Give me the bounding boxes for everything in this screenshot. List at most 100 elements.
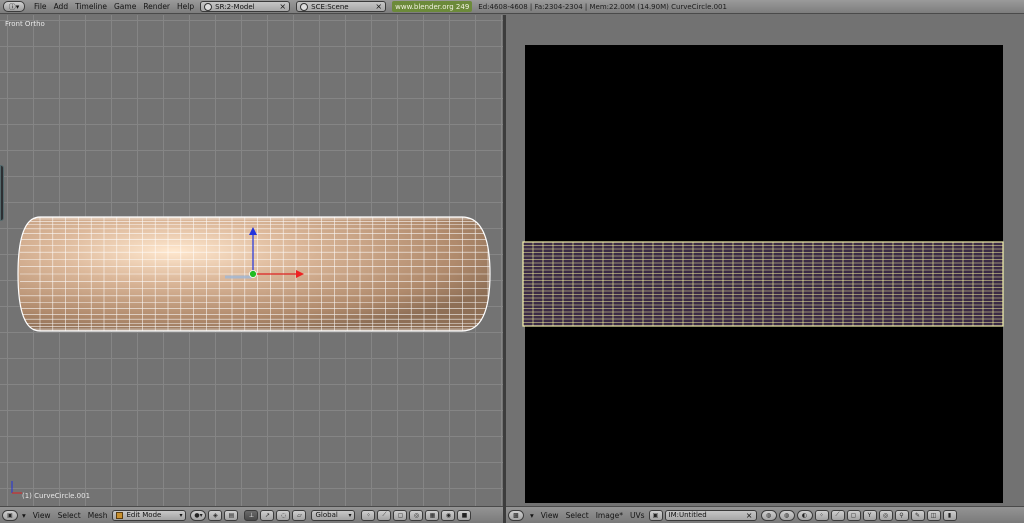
rotate-icon: ◌: [280, 511, 287, 519]
menu-file[interactable]: File: [34, 2, 47, 11]
image-editor-header: ▩ ▾ View Select Image* UVs ▣ IM:Untitled…: [506, 506, 1024, 523]
channel-button[interactable]: ◫: [926, 509, 941, 521]
pin-button[interactable]: ◍: [760, 509, 777, 521]
uv-layout[interactable]: [506, 15, 1024, 506]
menu-help[interactable]: Help: [177, 2, 194, 11]
browse-image-button[interactable]: ▣: [648, 509, 663, 521]
vertex-select-icon: ⁘: [365, 511, 371, 519]
collapse-menu-icon[interactable]: ▾: [530, 511, 534, 520]
solid-shading-icon: ●▾: [194, 511, 203, 519]
uv-image-editor[interactable]: [506, 15, 1024, 506]
edit-mode-icon: [116, 511, 124, 519]
proportional-edit-button[interactable]: ◎: [409, 509, 424, 521]
pivot-button[interactable]: ◐: [796, 509, 813, 521]
proportional-icon: ◎: [882, 511, 889, 519]
camera-icon: ■: [461, 511, 468, 519]
menu-view[interactable]: View: [33, 511, 51, 520]
close-icon[interactable]: ×: [279, 2, 286, 11]
occlude-icon: ▤: [228, 511, 235, 519]
translate-icon: ↗: [264, 511, 270, 519]
menu-select[interactable]: Select: [566, 511, 589, 520]
menu-mesh[interactable]: Mesh: [88, 511, 108, 520]
screen-icon: [204, 2, 213, 11]
chevron-down-icon: ▾: [348, 511, 352, 519]
3d-viewport[interactable]: Front Ortho (1) CurveCircle.001: [0, 15, 503, 506]
scale-button[interactable]: ▱: [292, 509, 307, 521]
scene-stats: Ed:4608-4608 | Fa:2304-2304 | Mem:22.00M…: [478, 2, 727, 11]
menu-uvs[interactable]: UVs: [630, 511, 645, 520]
sync-button[interactable]: ◍: [778, 509, 795, 521]
lock-button[interactable]: ▮: [942, 509, 957, 521]
proportional-edit-button[interactable]: ◎: [878, 509, 893, 521]
active-object-label: (1) CurveCircle.001: [22, 492, 91, 500]
menu-game[interactable]: Game: [114, 2, 136, 11]
pivot-icon: ◐: [801, 511, 808, 519]
collapse-menu-icon[interactable]: ▾: [22, 511, 26, 520]
scene-name: SCE:Scene: [311, 2, 349, 11]
image-name-field[interactable]: IM:Untitled ×: [664, 509, 757, 521]
channel-icon: ◫: [930, 511, 937, 519]
manipulator-toggle[interactable]: ⊥: [244, 509, 259, 521]
viewport-header: ▣ ▾ View Select Mesh Edit Mode ▾ ●▾ ◈ ▤ …: [0, 506, 503, 523]
image-name: IM:Untitled: [668, 511, 707, 519]
draw-type-button[interactable]: ●▾: [190, 509, 207, 521]
menu-timeline[interactable]: Timeline: [75, 2, 107, 11]
snap-button[interactable]: ⚲: [894, 509, 909, 521]
close-icon[interactable]: ×: [375, 2, 382, 11]
manipulator-icon: ⊥: [248, 511, 255, 519]
screen-selector[interactable]: SR:2-Model ×: [200, 1, 291, 12]
scale-icon: ▱: [297, 511, 302, 519]
face-select-button[interactable]: ▢: [393, 509, 408, 521]
layer-icon: ▦: [429, 511, 436, 519]
pivot-point-icon: [249, 270, 257, 278]
sync-icon: ◍: [783, 511, 790, 519]
sticky-select-button[interactable]: Y: [862, 509, 877, 521]
vertex-select-icon: ⁘: [818, 511, 825, 519]
paint-button[interactable]: ✎: [910, 509, 925, 521]
image-browse-icon: ▣: [652, 511, 659, 519]
editor-type-button[interactable]: ▩: [508, 509, 524, 521]
menu-image[interactable]: Image*: [596, 511, 623, 520]
info-header: ⓘ▾ File Add Timeline Game Render Help SR…: [0, 0, 1024, 14]
close-icon[interactable]: ×: [746, 511, 753, 520]
uv-vertex-button[interactable]: ⁘: [814, 509, 829, 521]
mode-selector[interactable]: Edit Mode ▾: [112, 509, 187, 521]
mesh-viewport-canvas[interactable]: [0, 15, 503, 506]
uv-edge-button[interactable]: ⟋: [830, 509, 845, 521]
menu-add[interactable]: Add: [54, 2, 69, 11]
brush-icon: ✎: [914, 511, 921, 519]
screen-name: SR:2-Model: [215, 2, 255, 11]
edge-select-button[interactable]: ⟋: [377, 509, 392, 521]
chevron-down-icon: ▾: [179, 511, 183, 519]
website-link[interactable]: www.blender.org 249: [392, 1, 473, 12]
scene-selector[interactable]: SCE:Scene ×: [296, 1, 387, 12]
proportional-icon: ◎: [413, 511, 420, 519]
rotate-button[interactable]: ◌: [276, 509, 291, 521]
edge-select-icon: ⟋: [835, 511, 840, 518]
menu-select[interactable]: Select: [58, 511, 81, 520]
occlude-button[interactable]: ▤: [224, 509, 239, 521]
layers-button[interactable]: ▦: [425, 509, 440, 521]
translate-button[interactable]: ↗: [260, 509, 275, 521]
editor-type-button[interactable]: ⓘ▾: [3, 1, 25, 12]
face-select-icon: ▢: [850, 511, 857, 519]
vertex-select-button[interactable]: ⁘: [361, 509, 376, 521]
orientation-selector[interactable]: Global ▾: [311, 509, 356, 521]
info-editor-icon: ⓘ▾: [8, 2, 20, 11]
pivot-icon: ◈: [213, 511, 218, 519]
pivot-button[interactable]: ◈: [208, 509, 223, 521]
editor-type-button[interactable]: ▣: [2, 509, 18, 521]
pin-icon: ◍: [765, 511, 772, 519]
uv-face-button[interactable]: ▢: [846, 509, 861, 521]
menu-render[interactable]: Render: [143, 2, 170, 11]
face-select-icon: ▢: [397, 511, 404, 519]
menu-view[interactable]: View: [541, 511, 559, 520]
scene-icon: [300, 2, 309, 11]
camera-button[interactable]: ■: [457, 509, 472, 521]
edge-select-icon: ⟋: [382, 511, 387, 518]
sticky-icon: Y: [867, 511, 872, 519]
axis-widget: [11, 481, 22, 494]
render-preview-button[interactable]: ◉: [441, 509, 456, 521]
lock-icon: ▮: [947, 511, 952, 519]
3d-view-icon: ▣: [7, 511, 13, 519]
